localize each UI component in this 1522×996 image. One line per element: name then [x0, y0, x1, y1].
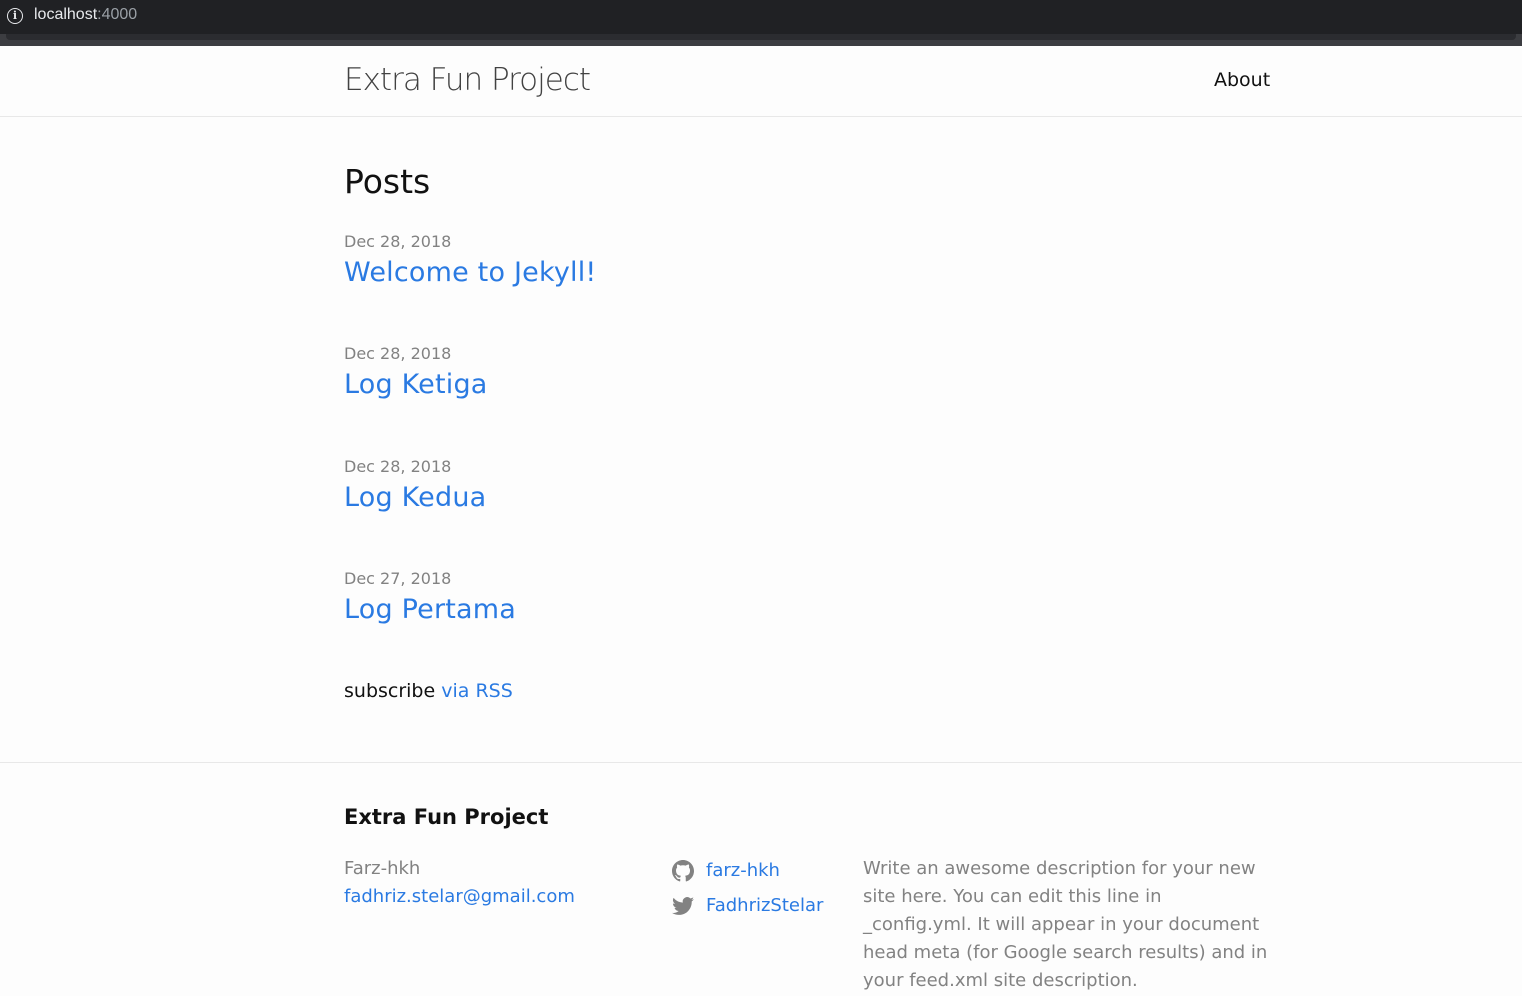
browser-tab-strip [0, 34, 1522, 46]
url-host: localhost [34, 6, 98, 23]
twitter-icon [672, 896, 694, 915]
subscribe-label: subscribe [344, 680, 442, 702]
post-date: Dec 28, 2018 [344, 344, 452, 363]
social-twitter: FadhrizStelar [672, 888, 823, 923]
github-icon [672, 859, 694, 881]
rss-link[interactable]: via RSS [441, 680, 513, 702]
footer-contact: Farz-hkh fadhriz.stelar@gmail.com [344, 855, 575, 911]
post-title-link[interactable]: Log Pertama [344, 594, 516, 625]
nav-about-link[interactable]: About [1214, 69, 1270, 91]
footer-email-link[interactable]: fadhriz.stelar@gmail.com [344, 883, 575, 911]
post-list-item: Dec 28, 2018 Log Kedua [344, 457, 486, 513]
site-header: Extra Fun Project About [0, 46, 1522, 117]
post-title-link[interactable]: Log Ketiga [344, 369, 488, 400]
post-date: Dec 28, 2018 [344, 457, 452, 476]
footer-heading: Extra Fun Project [344, 805, 549, 829]
url-port: :4000 [97, 6, 138, 23]
footer-social: farz-hkh FadhrizStelar [672, 853, 823, 923]
rss-subscribe: subscribe via RSS [344, 680, 513, 702]
footer-author: Farz-hkh [344, 858, 421, 879]
post-title-link[interactable]: Welcome to Jekyll! [344, 257, 596, 288]
site-footer: Extra Fun Project Farz-hkh fadhriz.stela… [0, 762, 1522, 996]
browser-address-bar[interactable]: i localhost:4000 [0, 0, 1522, 34]
page-heading: Posts [344, 162, 431, 201]
post-date: Dec 28, 2018 [344, 232, 452, 251]
post-list-item: Dec 28, 2018 Log Ketiga [344, 344, 488, 400]
info-icon[interactable]: i [7, 8, 23, 24]
browser-strip-inner [6, 34, 1516, 40]
site-title-link[interactable]: Extra Fun Project [344, 62, 591, 98]
social-github: farz-hkh [672, 853, 823, 888]
post-title-link[interactable]: Log Kedua [344, 482, 486, 513]
post-date: Dec 27, 2018 [344, 569, 452, 588]
github-link[interactable]: farz-hkh [706, 860, 780, 881]
post-list-item: Dec 27, 2018 Log Pertama [344, 569, 516, 625]
url-text[interactable]: localhost:4000 [34, 6, 137, 24]
twitter-link[interactable]: FadhrizStelar [706, 895, 823, 916]
post-list-item: Dec 28, 2018 Welcome to Jekyll! [344, 232, 596, 288]
site-description: Write an awesome description for your ne… [863, 858, 1268, 991]
